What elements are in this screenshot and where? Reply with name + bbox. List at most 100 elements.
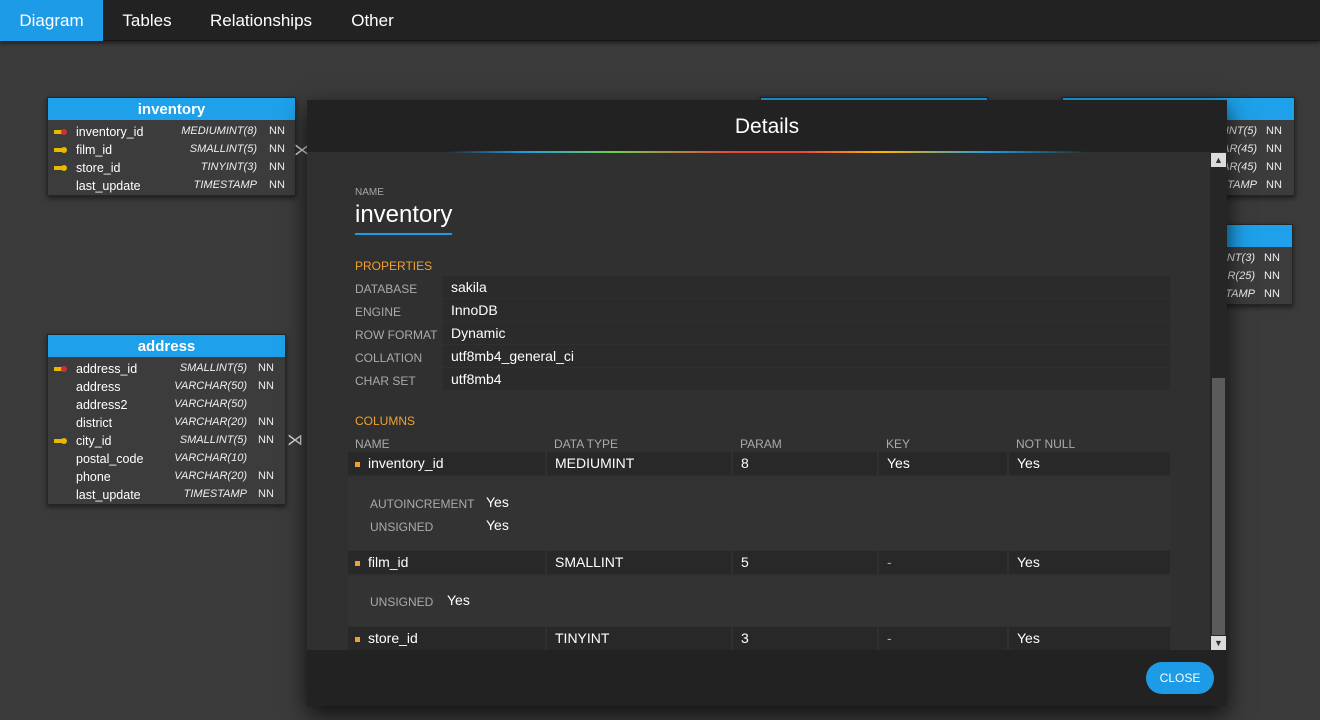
- modal-title: Details: [734, 115, 800, 138]
- diagram-table-address[interactable]: address address_id SMALLINT(5) NN addres…: [47, 334, 286, 505]
- column-type: INT(5): [1225, 125, 1257, 137]
- column-nn: NN: [269, 161, 285, 173]
- modal-scrollbar[interactable]: ▲ ▼: [1210, 153, 1227, 650]
- property-label: CHAR SET: [355, 374, 416, 388]
- column-name: address: [76, 380, 121, 394]
- table-row: city_id SMALLINT(5) NN: [48, 432, 285, 450]
- primary-key-icon: [54, 366, 67, 372]
- column-details-inventory-id: AUTOINCREMENT Yes UNSIGNED Yes: [348, 477, 1170, 550]
- detail-value: Yes: [486, 517, 509, 533]
- scroll-up-icon[interactable]: ▲: [1211, 153, 1226, 167]
- detail-label: UNSIGNED: [370, 520, 434, 534]
- scrollbar-thumb[interactable]: [1212, 378, 1225, 635]
- properties-heading: PROPERTIES: [355, 259, 433, 273]
- foreign-key-icon: [54, 165, 67, 171]
- property-value: utf8mb4_general_ci: [443, 345, 1170, 367]
- column-type-cell: MEDIUMINT: [547, 452, 731, 475]
- modal-footer: CLOSE: [307, 650, 1227, 706]
- tab-relationships[interactable]: Relationships: [191, 0, 331, 41]
- column-nn: NN: [258, 416, 274, 428]
- column-type-cell: TINYINT: [547, 627, 731, 650]
- column-type: TIMESTAMP: [183, 488, 247, 500]
- column-type-cell: SMALLINT: [547, 551, 731, 574]
- primary-key-icon: [54, 129, 67, 135]
- column-param-cell: 5: [733, 551, 877, 574]
- column-header-param: PARAM: [740, 437, 782, 451]
- column-bullet-icon: [355, 462, 360, 467]
- table-row: address2 VARCHAR(50): [48, 396, 285, 414]
- detail-label: UNSIGNED: [370, 595, 434, 609]
- table-row: film_id SMALLINT(5) NN: [48, 141, 295, 159]
- column-type: VARCHAR(10): [174, 452, 247, 464]
- tab-other[interactable]: Other: [331, 0, 414, 41]
- property-row-collation: COLLATION utf8mb4_general_ci: [355, 345, 1170, 367]
- column-notnull-cell: Yes: [1009, 551, 1170, 574]
- column-nn: NN: [1266, 125, 1282, 137]
- name-label: NAME: [355, 187, 384, 198]
- column-row-store-id[interactable]: store_id TINYINT 3 - Yes: [348, 627, 1170, 650]
- table-name-value[interactable]: inventory: [355, 201, 453, 235]
- column-nn: NN: [258, 434, 274, 446]
- column-header-name: NAME: [355, 437, 390, 451]
- scroll-down-icon[interactable]: ▼: [1211, 636, 1226, 650]
- table-title: inventory: [48, 98, 295, 120]
- column-row-film-id[interactable]: film_id SMALLINT 5 - Yes: [348, 551, 1170, 574]
- close-button[interactable]: CLOSE: [1146, 662, 1214, 694]
- column-type: VARCHAR(50): [174, 380, 247, 392]
- column-notnull-cell: Yes: [1009, 627, 1170, 650]
- table-row: phone VARCHAR(20) NN: [48, 468, 285, 486]
- property-value: InnoDB: [443, 299, 1170, 321]
- column-type: AR(45): [1222, 143, 1257, 155]
- column-name: inventory_id: [76, 125, 144, 139]
- column-name: inventory_id: [368, 455, 444, 471]
- detail-value: Yes: [486, 494, 509, 510]
- column-nn: NN: [269, 179, 285, 191]
- property-value: sakila: [443, 276, 1170, 298]
- column-nn: NN: [1266, 179, 1282, 191]
- column-header-key: KEY: [886, 437, 911, 451]
- table-row: inventory_id MEDIUMINT(8) NN: [48, 123, 295, 141]
- table-row: last_update TIMESTAMP NN: [48, 486, 285, 504]
- column-nn: NN: [1264, 270, 1280, 282]
- table-row: last_update TIMESTAMP NN: [48, 177, 295, 195]
- property-row-database: DATABASE sakila: [355, 276, 1170, 298]
- column-type: INT(3): [1223, 252, 1255, 264]
- foreign-key-icon: [54, 147, 67, 153]
- column-name: postal_code: [76, 452, 144, 466]
- column-nn: NN: [269, 125, 285, 137]
- property-value: utf8mb4: [443, 368, 1170, 390]
- table-row: postal_code VARCHAR(10): [48, 450, 285, 468]
- property-row-row-format: ROW FORMAT Dynamic: [355, 322, 1170, 344]
- column-nn: NN: [258, 380, 274, 392]
- top-nav: Diagram Tables Relationships Other: [0, 0, 1320, 41]
- column-type: SMALLINT(5): [179, 362, 247, 374]
- column-type: TIMESTAMP: [193, 179, 257, 191]
- foreign-key-icon: [54, 438, 67, 444]
- columns-heading: COLUMNS: [355, 414, 416, 428]
- column-type: SMALLINT(5): [189, 143, 257, 155]
- modal-body: NAME inventory PROPERTIES DATABASE sakil…: [307, 153, 1227, 650]
- property-label: COLLATION: [355, 351, 423, 365]
- table-row: district VARCHAR(20) NN: [48, 414, 285, 432]
- column-row-inventory-id[interactable]: inventory_id MEDIUMINT 8 Yes Yes: [348, 452, 1170, 475]
- diagram-table-inventory[interactable]: inventory inventory_id MEDIUMINT(8) NN f…: [47, 97, 296, 196]
- column-key-cell: -: [879, 551, 1007, 574]
- column-param-cell: 8: [733, 452, 877, 475]
- relationship-connector-icon: ⋊: [287, 432, 303, 449]
- tab-tables[interactable]: Tables: [103, 0, 191, 41]
- table-row: address VARCHAR(50) NN: [48, 378, 285, 396]
- column-name-cell: inventory_id: [348, 452, 545, 475]
- column-name: city_id: [76, 434, 112, 448]
- column-header-data-type: DATA TYPE: [554, 437, 619, 451]
- tab-diagram[interactable]: Diagram: [0, 0, 103, 41]
- column-nn: NN: [258, 362, 274, 374]
- column-bullet-icon: [355, 637, 360, 642]
- column-type: TINYINT(3): [200, 161, 257, 173]
- property-value: Dynamic: [443, 322, 1170, 344]
- column-name: store_id: [76, 161, 121, 175]
- column-type: VARCHAR(20): [174, 470, 247, 482]
- property-label: ENGINE: [355, 305, 402, 319]
- column-nn: NN: [1264, 288, 1280, 300]
- column-key-cell: Yes: [879, 452, 1007, 475]
- column-name-cell: film_id: [348, 551, 545, 574]
